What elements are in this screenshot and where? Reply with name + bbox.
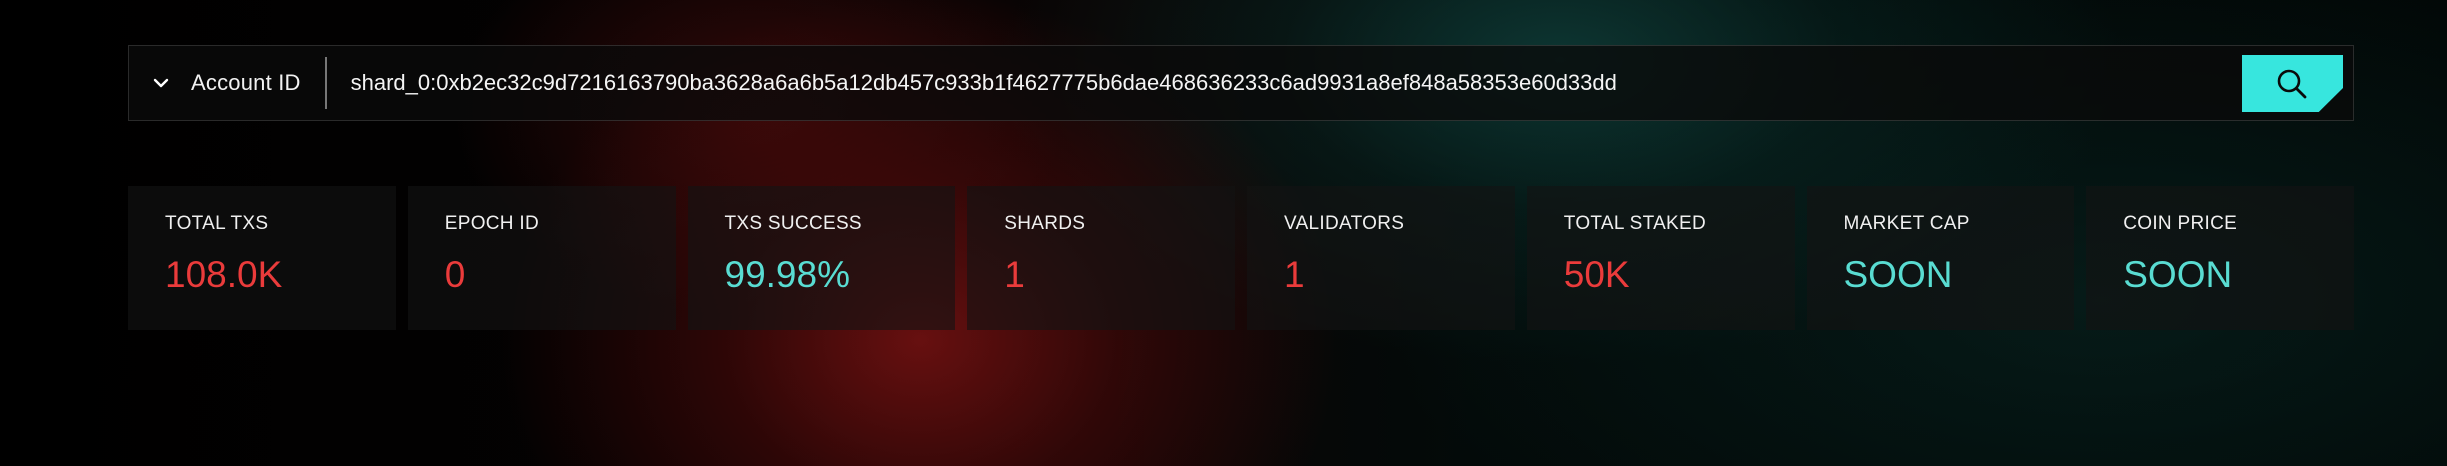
stat-card-total-staked: TOTAL STAKED 50K [1526,186,1795,330]
search-icon [2277,69,2306,98]
stat-card-total-txs: TOTAL TXS 108.0K [128,186,396,330]
stat-card-market-cap: MARKET CAP SOON [1806,186,2075,330]
stat-title: SHARDS [1004,213,1086,234]
stat-value: 50K [1563,254,1630,295]
stat-title: VALIDATORS [1284,213,1405,234]
stat-title: COIN PRICE [2123,213,2238,234]
stat-title: TOTAL TXS [165,213,269,234]
stat-value: SOON [2123,254,2233,295]
stat-value: 99.98% [724,254,851,295]
stat-value: 0 [444,254,466,295]
search-input[interactable] [326,45,2353,121]
stat-value: 1 [1284,254,1305,295]
stat-card-validators: VALIDATORS 1 [1247,186,1515,330]
search-type-dropdown[interactable]: Account ID [129,46,325,120]
chevron-down-icon [153,78,169,88]
stat-value: SOON [1843,254,1953,295]
stat-card-coin-price: COIN PRICE SOON [2086,186,2354,330]
stat-title: MARKET CAP [1843,213,1970,234]
stat-title: TOTAL STAKED [1563,213,1707,234]
stat-card-epoch-id: EPOCH ID 0 [407,186,676,330]
stat-card-shards: SHARDS 1 [967,186,1235,330]
stats-row: TOTAL TXS 108.0K EPOCH ID 0 TXS SUCCESS … [128,186,2354,330]
stat-value: 1 [1004,254,1025,295]
search-bar: Account ID [128,45,2354,121]
stat-title: TXS SUCCESS [724,213,862,234]
stat-value: 108.0K [165,254,283,295]
search-type-label: Account ID [191,70,301,95]
stat-title: EPOCH ID [444,213,539,234]
stat-card-txs-success: TXS SUCCESS 99.98% [687,186,956,330]
